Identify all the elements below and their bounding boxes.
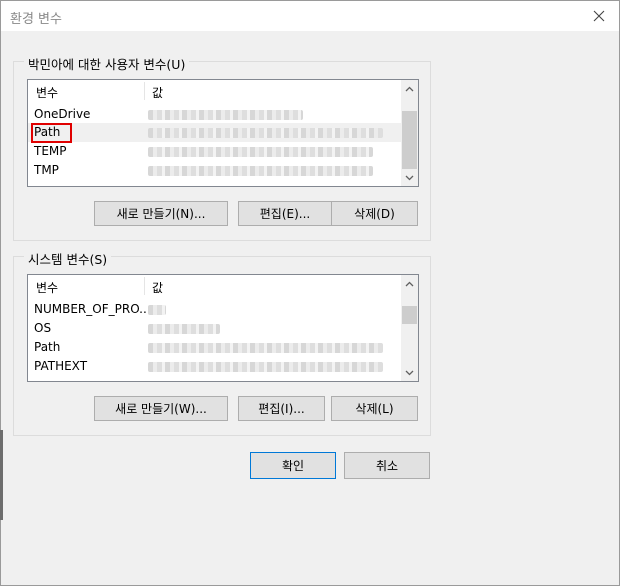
variable-value-redacted [148,324,220,334]
scroll-down-button[interactable] [401,169,418,186]
cancel-button[interactable]: 취소 [344,452,430,479]
system-variables-label: 시스템 변수(S) [24,249,112,268]
path-highlight-box [31,123,72,143]
header-variable[interactable]: 변수 [36,84,58,101]
header-divider[interactable] [144,277,145,295]
vertical-scrollbar[interactable] [401,80,418,186]
table-row-selected[interactable]: Path [28,123,401,142]
variable-value-redacted [148,166,373,176]
table-row[interactable]: TEMP [28,142,401,161]
variable-value-redacted [148,110,303,120]
close-button[interactable] [585,3,613,29]
header-divider[interactable] [144,82,145,100]
vertical-scrollbar[interactable] [401,275,418,381]
chevron-down-icon [405,370,414,375]
chevron-up-icon [405,86,414,91]
header-variable[interactable]: 변수 [36,279,58,296]
variable-name: PATHEXT [34,359,88,373]
table-row[interactable]: Path [28,338,401,357]
variable-value-redacted [148,147,373,157]
variable-value-redacted [148,128,383,138]
variable-name: OneDrive [34,107,91,121]
window-title: 환경 변수 [10,12,62,27]
scroll-down-button[interactable] [401,364,418,381]
scroll-thumb[interactable] [402,111,417,169]
table-row[interactable]: TMP [28,161,401,180]
table-row[interactable]: NUMBER_OF_PRO... [28,300,401,319]
system-edit-button[interactable]: 편집(I)... [238,396,325,421]
table-row[interactable]: OS [28,319,401,338]
variable-name: OS [34,321,52,335]
table-row[interactable]: PATHEXT [28,357,401,376]
system-delete-button[interactable]: 삭제(L) [331,396,418,421]
header-value[interactable]: 값 [152,279,163,296]
close-icon [593,10,605,22]
title-bar: 환경 변수 [1,1,619,31]
chevron-up-icon [405,281,414,286]
variable-name: NUMBER_OF_PRO... [34,302,151,316]
scroll-thumb[interactable] [402,306,417,324]
scroll-up-button[interactable] [401,80,418,97]
user-delete-button[interactable]: 삭제(D) [331,201,418,226]
list-header: 변수 값 [28,275,401,297]
user-variables-label: 박민아에 대한 사용자 변수(U) [24,54,190,73]
user-new-button[interactable]: 새로 만들기(N)... [94,201,228,226]
header-value[interactable]: 값 [152,84,163,101]
variable-value-redacted [148,343,383,353]
variable-name: TEMP [34,144,67,158]
scroll-up-button[interactable] [401,275,418,292]
variable-value-redacted [148,305,166,315]
window-edge-shadow [0,430,3,520]
list-header: 변수 값 [28,80,401,102]
ok-button[interactable]: 확인 [250,452,336,479]
variable-name: TMP [34,163,59,177]
system-variables-list[interactable]: 변수 값 NUMBER_OF_PRO... OS Path PATHEXT [27,274,419,382]
chevron-down-icon [405,175,414,180]
table-row[interactable]: OneDrive [28,105,401,124]
variable-name: Path [34,340,61,354]
user-edit-button[interactable]: 편집(E)... [238,201,332,226]
user-variables-list[interactable]: 변수 값 OneDrive Path TEMP TMP [27,79,419,187]
system-new-button[interactable]: 새로 만들기(W)... [94,396,228,421]
variable-value-redacted [148,362,383,372]
